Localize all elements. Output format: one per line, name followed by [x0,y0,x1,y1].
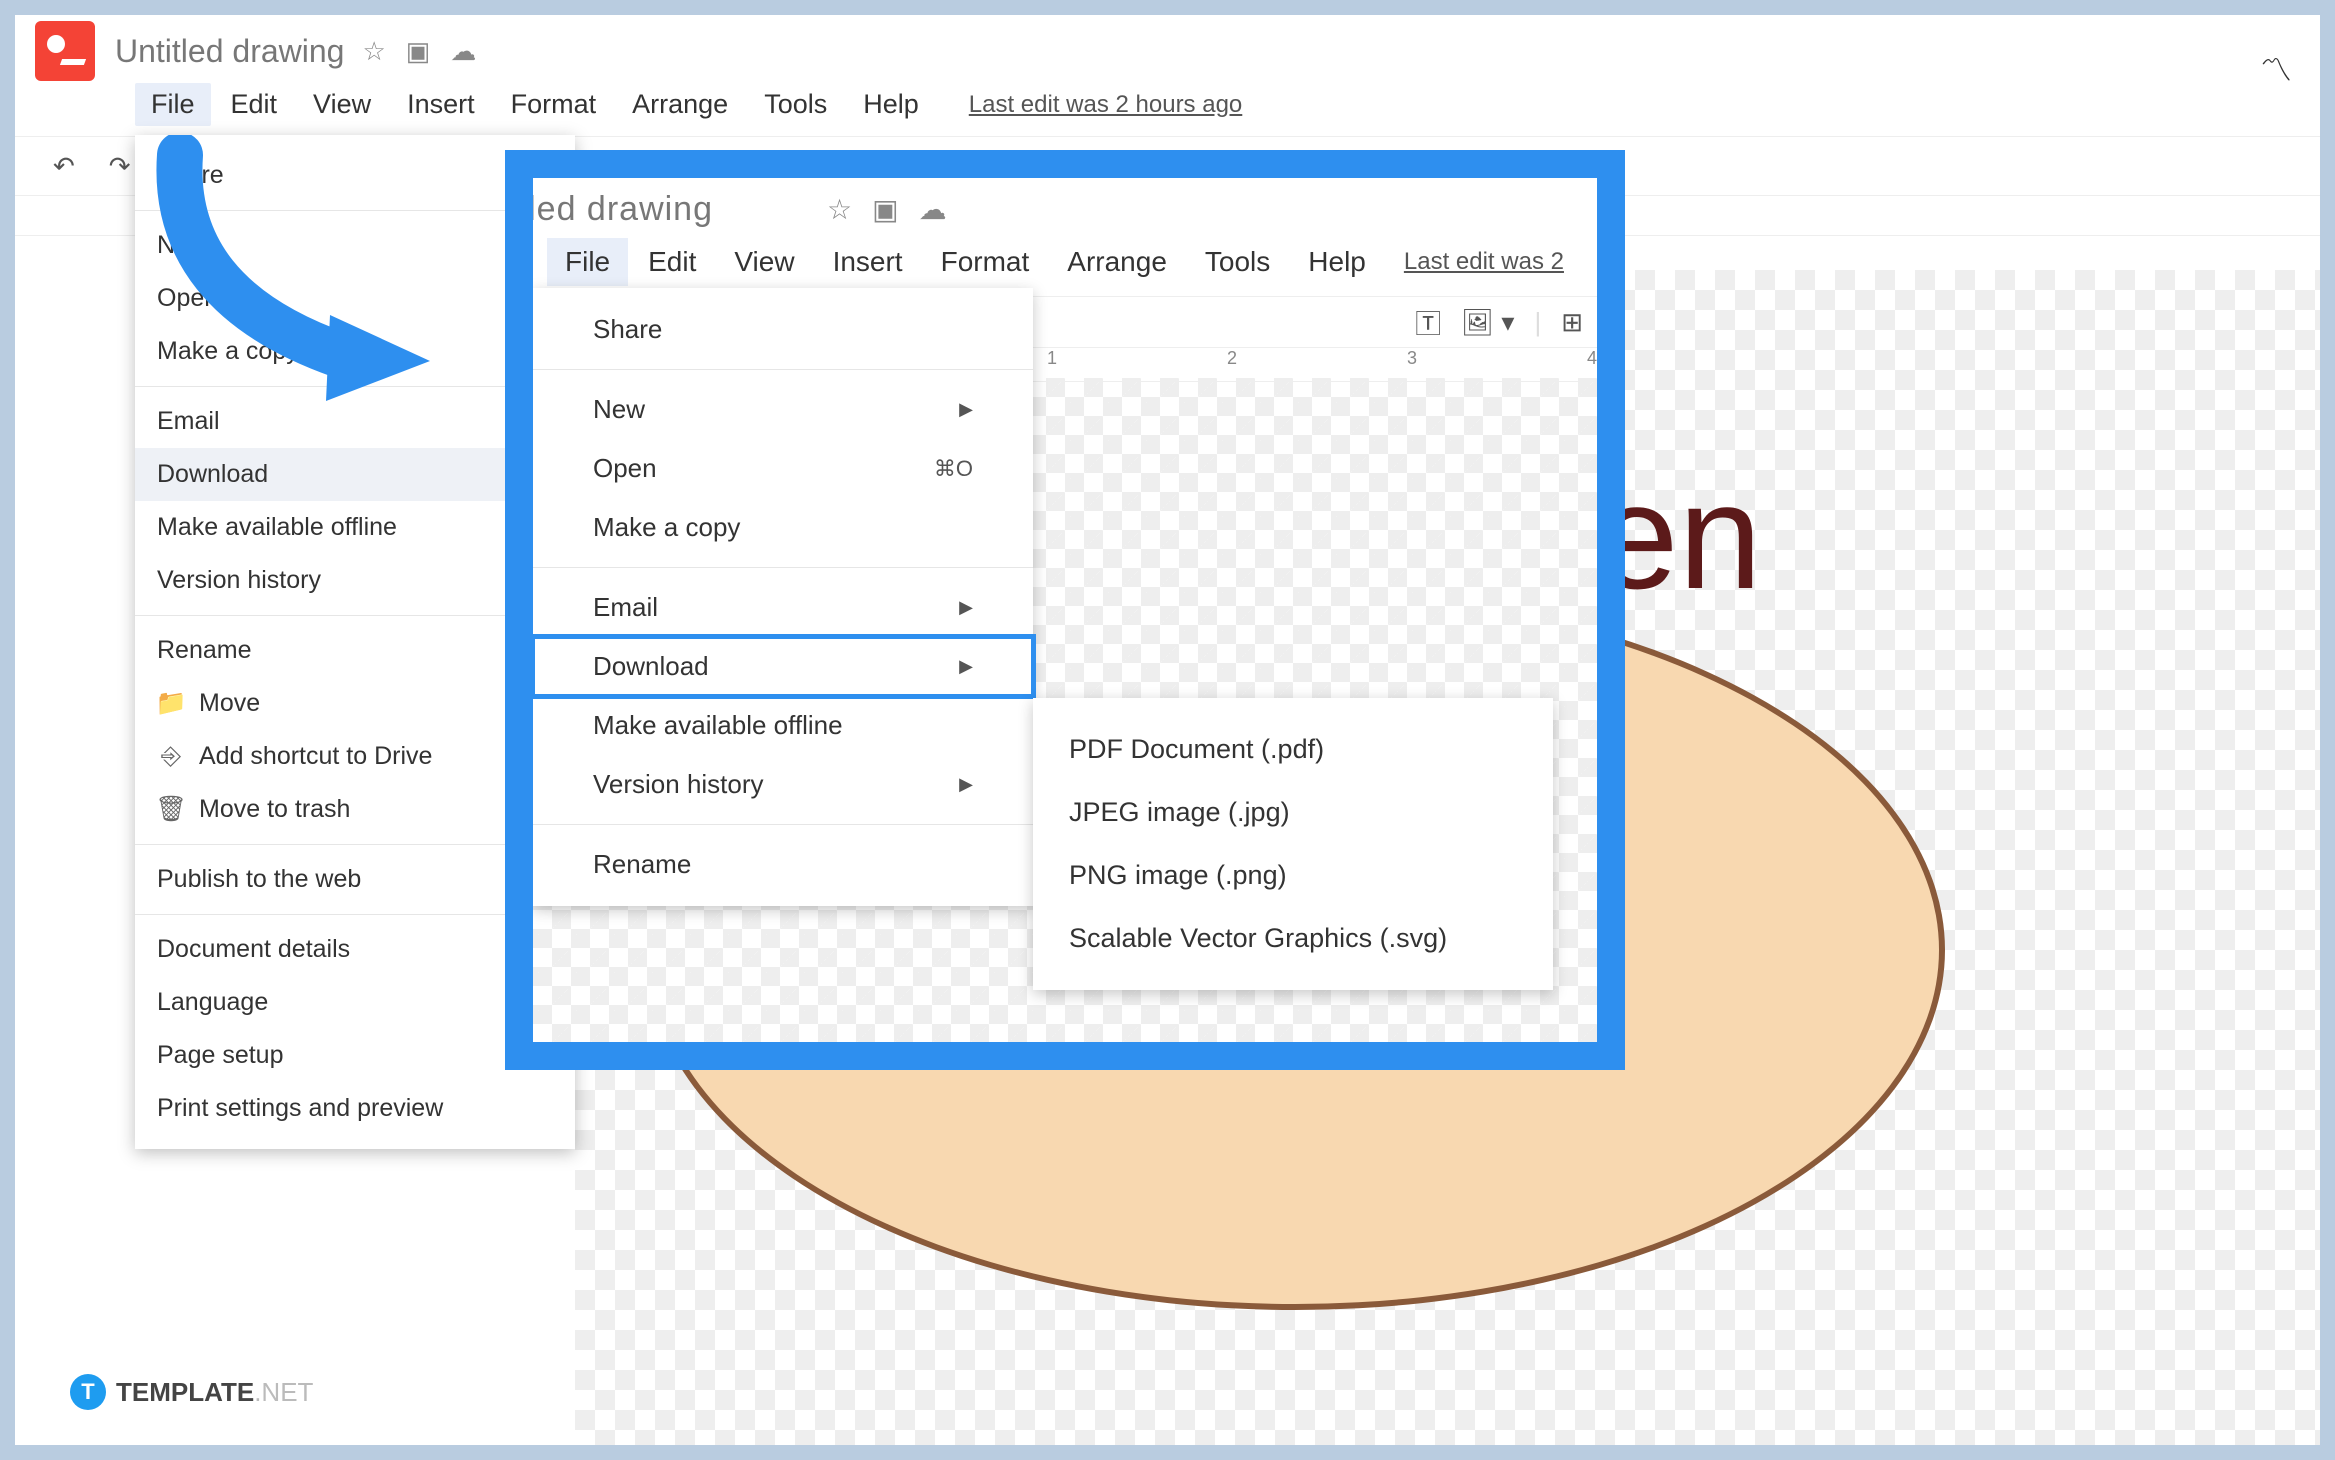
file-menu-print-preview[interactable]: Print settings and preview [135,1082,575,1135]
zoom-menu-edit[interactable]: Edit [630,238,714,286]
zoom-doc-title[interactable]: Untitled drawing [533,190,713,229]
callout-arrow-icon [140,135,460,415]
zoom-menu-bar: File Edit View Insert Format Arrange Too… [533,234,1597,296]
ruler-mark: 3 [1407,348,1417,381]
trash-icon: 🗑 [157,795,185,824]
zoom-menu-insert[interactable]: Insert [815,238,921,286]
textbox-icon[interactable]: 🅃 [1415,304,1441,341]
document-title[interactable]: Untitled drawing [115,33,344,70]
star-icon[interactable]: ☆ [362,36,385,67]
ruler-mark: 1 [1047,348,1057,381]
download-pdf[interactable]: PDF Document (.pdf) [1033,718,1553,781]
zoom-menu-help[interactable]: Help [1290,238,1384,286]
star-icon[interactable]: ☆ [827,193,852,226]
zoom-last-edit-link[interactable]: Last edit was 2 [1404,248,1564,276]
title-bar: Untitled drawing ☆ ▣ ☁ 〽 [15,15,2320,75]
zoom-title-bar: Untitled drawing ☆ ▣ ☁ [533,178,1597,234]
zfile-rename[interactable]: Rename [533,835,1033,894]
menu-tools[interactable]: Tools [748,83,843,126]
watermark: T TEMPLATE.NET [70,1374,313,1410]
menu-edit[interactable]: Edit [215,83,294,126]
activity-icon[interactable]: 〽 [2260,45,2292,91]
zoom-menu-file[interactable]: File [547,238,628,286]
menu-format[interactable]: Format [495,83,613,126]
move-folder-icon[interactable]: ▣ [406,36,431,67]
app-window: Untitled drawing ☆ ▣ ☁ 〽 File Edit View … [15,15,2320,1445]
move-folder-icon[interactable]: ▣ [872,193,898,226]
zoom-menu-arrange[interactable]: Arrange [1049,238,1185,286]
last-edit-link[interactable]: Last edit was 2 hours ago [969,91,1243,119]
title-icons: ☆ ▣ ☁ [362,36,476,67]
zfile-new[interactable]: New▶ [533,380,1033,439]
zfile-version-history[interactable]: Version history▶ [533,755,1033,814]
zoom-menu-format[interactable]: Format [923,238,1048,286]
menu-bar: File Edit View Insert Format Arrange Too… [15,75,2320,136]
folder-icon: 📁 [157,689,185,718]
zfile-share[interactable]: Share [533,300,1033,359]
zoom-callout-panel: Untitled drawing ☆ ▣ ☁ File Edit View In… [505,150,1625,1070]
zfile-download[interactable]: Download▶ [533,637,1033,696]
comment-icon[interactable]: ⊞ [1561,307,1583,338]
download-submenu: PDF Document (.pdf) JPEG image (.jpg) PN… [1033,698,1553,990]
menu-arrange[interactable]: Arrange [616,83,744,126]
redo-icon[interactable]: ↷ [101,151,139,182]
download-svg[interactable]: Scalable Vector Graphics (.svg) [1033,907,1553,970]
download-png[interactable]: PNG image (.png) [1033,844,1553,907]
watermark-badge-icon: T [70,1374,106,1410]
zfile-offline[interactable]: Make available offline [533,696,1033,755]
ruler-mark: 2 [1227,348,1237,381]
zoom-file-menu: Share New▶ Open⌘O Make a copy Email▶ Dow… [533,288,1033,906]
menu-view[interactable]: View [297,83,387,126]
zoom-menu-tools[interactable]: Tools [1187,238,1288,286]
shortcut-icon: ⎆ [157,742,185,771]
zoom-inner: Untitled drawing ☆ ▣ ☁ File Edit View In… [533,178,1597,1042]
image-icon[interactable]: 🖼 ▾ [1461,307,1514,338]
cloud-status-icon[interactable]: ☁ [919,193,947,226]
menu-help[interactable]: Help [847,83,935,126]
ruler-mark: 4 [1587,348,1597,381]
menu-file[interactable]: File [135,83,211,126]
cloud-status-icon[interactable]: ☁ [450,36,476,67]
download-jpg[interactable]: JPEG image (.jpg) [1033,781,1553,844]
zfile-make-copy[interactable]: Make a copy [533,498,1033,557]
undo-icon[interactable]: ↶ [45,151,83,182]
zfile-open[interactable]: Open⌘O [533,439,1033,498]
app-logo-icon[interactable] [35,21,95,81]
watermark-text: TEMPLATE.NET [116,1377,313,1408]
zoom-menu-view[interactable]: View [716,238,812,286]
menu-insert[interactable]: Insert [391,83,491,126]
zfile-email[interactable]: Email▶ [533,578,1033,637]
